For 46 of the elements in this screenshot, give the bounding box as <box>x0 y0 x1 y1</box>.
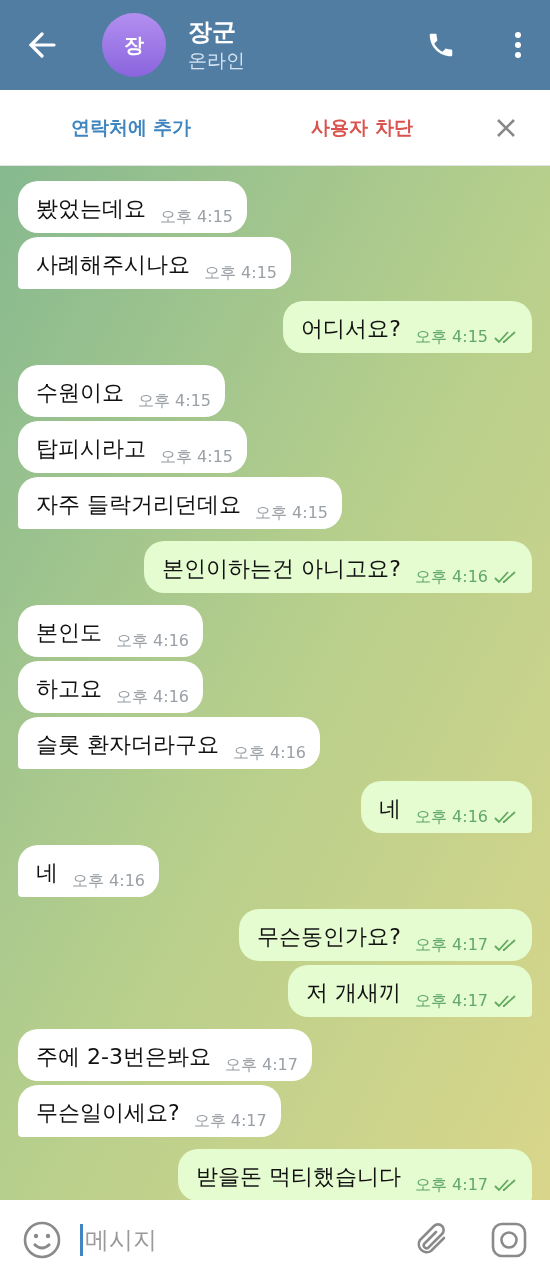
message-time: 오후 4:17 <box>415 990 488 1012</box>
message-text: 본인이하는건 아니고요? <box>162 555 401 583</box>
block-user-button[interactable]: 사용자 차단 <box>262 113 462 142</box>
message-time: 오후 4:15 <box>255 502 328 524</box>
message-text: 저 개새끼 <box>306 979 401 1007</box>
online-status: 온라인 <box>188 48 245 73</box>
message-text: 하고요 <box>36 675 102 703</box>
message-text: 자주 들락거리던데요 <box>36 491 241 519</box>
camera-icon[interactable] <box>490 1221 528 1259</box>
message-input[interactable]: 메시지 <box>85 1222 414 1258</box>
text-cursor <box>80 1224 83 1256</box>
message-time: 오후 4:15 <box>415 326 488 348</box>
message-time: 오후 4:16 <box>116 630 189 652</box>
message-text: 탑피시라고 <box>36 435 146 463</box>
message-time: 오후 4:16 <box>116 686 189 708</box>
message-time: 오후 4:16 <box>415 566 488 588</box>
message-text: 네 <box>36 859 58 887</box>
message-time: 오후 4:15 <box>160 206 233 228</box>
message-text: 무슨동인가요? <box>257 923 401 951</box>
message-text: 어디서요? <box>301 315 401 343</box>
message-time: 오후 4:15 <box>204 262 277 284</box>
message-text: 수원이요 <box>36 379 124 407</box>
message-text: 사례해주시나요 <box>36 251 190 279</box>
close-icon[interactable] <box>496 117 516 138</box>
contact-name: 장군 <box>188 17 237 47</box>
message-time: 오후 4:15 <box>160 446 233 468</box>
message-text: 무슨일이세요? <box>36 1099 180 1127</box>
message-text: 봤었는데요 <box>36 195 146 223</box>
add-contact-button[interactable]: 연락처에 추가 <box>0 113 262 142</box>
message-time: 오후 4:17 <box>415 934 488 956</box>
message-time: 오후 4:17 <box>224 1054 298 1076</box>
message-time: 오후 4:16 <box>72 870 145 892</box>
message-time: 오후 4:16 <box>233 742 306 764</box>
message-time: 오후 4:16 <box>415 806 488 828</box>
message-text: 슬롯 환자더라구요 <box>36 731 219 759</box>
message-time: 오후 4:15 <box>138 390 211 412</box>
message-time: 오후 4:17 <box>415 1174 488 1196</box>
message-text: 본인도 <box>36 619 102 647</box>
message-text: 네 <box>379 795 401 823</box>
emoji-icon[interactable] <box>22 1220 62 1260</box>
back-icon[interactable] <box>28 32 56 58</box>
message-time: 오후 4:17 <box>193 1110 267 1132</box>
avatar: 장 <box>102 13 166 77</box>
message-text: 받을돈 먹티했습니다 <box>196 1163 401 1191</box>
message-text: 주에 2-3번은봐요 <box>36 1043 211 1071</box>
more-options-icon[interactable] <box>514 31 522 59</box>
